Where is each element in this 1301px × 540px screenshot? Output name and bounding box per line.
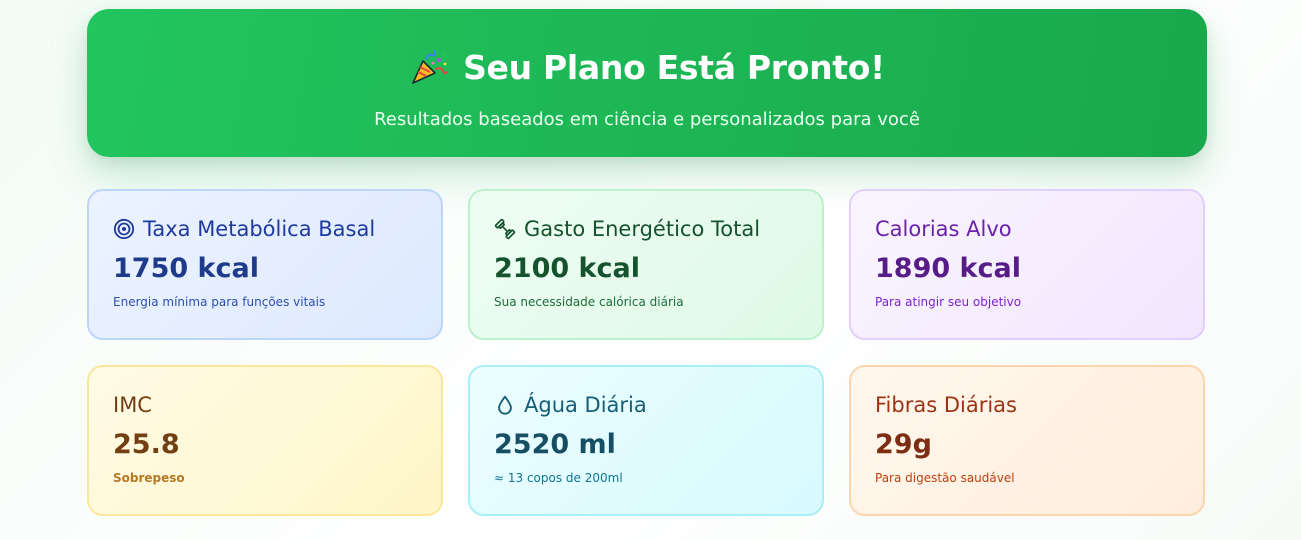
water-card: Água Diária 2520 ml ≈ 13 copos de 200ml <box>468 365 824 516</box>
bmr-title: Taxa Metabólica Basal <box>143 217 376 241</box>
target-calories-title: Calorias Alvo <box>875 217 1012 241</box>
target-icon <box>113 218 135 240</box>
target-calories-card: Calorias Alvo 1890 kcal Para atingir seu… <box>849 189 1205 340</box>
tdee-title: Gasto Energético Total <box>524 217 761 241</box>
tdee-value: 2100 kcal <box>494 253 640 284</box>
bmr-value: 1750 kcal <box>113 253 259 284</box>
results-header: Seu Plano Está Pronto! Resultados basead… <box>87 9 1207 157</box>
fiber-value: 29g <box>875 429 932 460</box>
bmr-card: Taxa Metabólica Basal 1750 kcal Energia … <box>87 189 443 340</box>
tdee-note: Sua necessidade calórica diária <box>494 295 684 309</box>
bmi-title: IMC <box>113 393 152 417</box>
target-calories-value: 1890 kcal <box>875 253 1021 284</box>
page-subtitle: Resultados baseados em ciência e persona… <box>374 109 920 130</box>
bmr-note: Energia mínima para funções vitais <box>113 295 326 309</box>
party-popper-icon <box>412 50 449 84</box>
bmi-value: 25.8 <box>113 429 180 460</box>
water-title: Água Diária <box>524 393 647 417</box>
page-title: Seu Plano Está Pronto! <box>463 47 885 87</box>
dumbbell-icon <box>494 218 516 240</box>
bmi-status: Sobrepeso <box>113 471 185 485</box>
droplet-icon <box>498 395 512 415</box>
tdee-card: Gasto Energético Total 2100 kcal Sua nec… <box>468 189 824 340</box>
fiber-card: Fibras Diárias 29g Para digestão saudáve… <box>849 365 1205 516</box>
fiber-title: Fibras Diárias <box>875 393 1017 417</box>
bmi-card: IMC 25.8 Sobrepeso <box>87 365 443 516</box>
target-calories-note: Para atingir seu objetivo <box>875 295 1022 309</box>
page-title-row: Seu Plano Está Pronto! <box>87 47 1207 87</box>
fiber-note: Para digestão saudável <box>875 471 1015 485</box>
water-value: 2520 ml <box>494 429 616 460</box>
water-note: ≈ 13 copos de 200ml <box>494 471 623 485</box>
